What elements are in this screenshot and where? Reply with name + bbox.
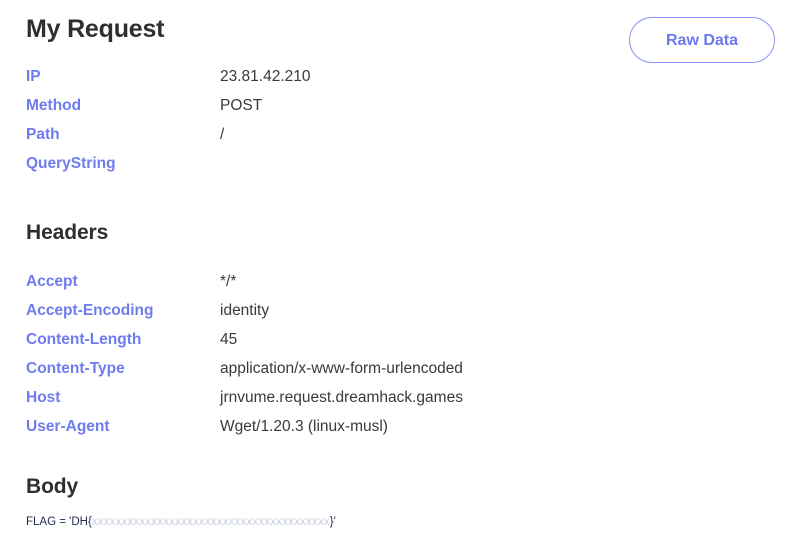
body-content: FLAG = 'DH{xxxxxxxxxxxxxxxxxxxxxxxxxxxxx… <box>26 515 766 529</box>
body-flag-suffix: }' <box>329 516 336 528</box>
header-value-accept-encoding: identity <box>220 302 270 319</box>
page-title: My Request <box>26 15 165 43</box>
request-value-ip: 23.81.42.210 <box>220 68 311 85</box>
request-value-querystring <box>220 149 766 178</box>
header-value-accept: */* <box>220 273 237 290</box>
header-key-content-length: Content-Length <box>26 331 142 348</box>
request-inspector-page: My Request Raw Data IP 23.81.42.210 Meth… <box>0 0 801 552</box>
header-value-host: jrnvume.request.dreamhack.games <box>220 389 463 406</box>
header-value-user-agent: Wget/1.20.3 (linux-musl) <box>220 418 388 435</box>
header-key-content-type: Content-Type <box>26 360 125 377</box>
request-key-path: Path <box>26 126 60 143</box>
body-flag-prefix: FLAG = 'DH{ <box>26 516 92 528</box>
header-value-content-length: 45 <box>220 331 238 348</box>
request-key-ip: IP <box>26 68 41 85</box>
headers-section: Headers Accept */* Accept-Encoding ident… <box>26 222 766 441</box>
headers-section-title: Headers <box>26 221 109 244</box>
request-value-path: / <box>220 126 225 143</box>
request-details-table: IP 23.81.42.210 Method POST Path / Query… <box>26 62 766 178</box>
body-flag-redacted: xxxxxxxxxxxxxxxxxxxxxxxxxxxxxxxxxxxxxxxx <box>91 516 330 528</box>
table-row: IP 23.81.42.210 <box>26 62 766 91</box>
table-row: Content-Type application/x-www-form-urle… <box>26 354 766 383</box>
table-row: User-Agent Wget/1.20.3 (linux-musl) <box>26 412 766 441</box>
table-row: Accept */* <box>26 267 766 296</box>
body-section-title: Body <box>26 475 79 498</box>
request-key-querystring: QueryString <box>26 155 116 172</box>
table-row: Accept-Encoding identity <box>26 296 766 325</box>
header-value-content-type: application/x-www-form-urlencoded <box>220 360 463 377</box>
headers-table: Accept */* Accept-Encoding identity Cont… <box>26 267 766 441</box>
table-row: Path / <box>26 120 766 149</box>
header-key-user-agent: User-Agent <box>26 418 110 435</box>
header-key-accept: Accept <box>26 273 78 290</box>
table-row: QueryString <box>26 149 766 178</box>
table-row: Method POST <box>26 91 766 120</box>
page-header: My Request Raw Data <box>26 0 775 63</box>
request-section: IP 23.81.42.210 Method POST Path / Query… <box>26 62 766 178</box>
table-row: Content-Length 45 <box>26 325 766 354</box>
body-section: Body FLAG = 'DH{xxxxxxxxxxxxxxxxxxxxxxxx… <box>26 476 766 529</box>
raw-data-button[interactable]: Raw Data <box>629 17 775 63</box>
header-key-host: Host <box>26 389 61 406</box>
request-key-method: Method <box>26 97 82 114</box>
request-value-method: POST <box>220 97 263 114</box>
table-row: Host jrnvume.request.dreamhack.games <box>26 383 766 412</box>
header-key-accept-encoding: Accept-Encoding <box>26 302 154 319</box>
